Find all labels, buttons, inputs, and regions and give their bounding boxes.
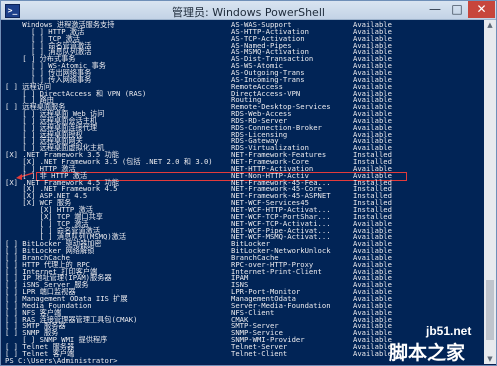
close-button[interactable]: ✕ <box>468 1 495 18</box>
feature-display-name: PS C:\Users\Administrator> <box>5 355 122 364</box>
feature-name: Telnet-Client <box>231 348 288 358</box>
minimize-button[interactable]: — <box>424 1 446 18</box>
maximize-button[interactable]: □ <box>446 1 468 18</box>
scroll-up-arrow-icon[interactable]: ▲ <box>485 20 495 30</box>
watermark: jb51.net 脚本之家 <box>386 324 496 364</box>
title-bar[interactable]: >_ 管理员: Windows PowerShell — □ ✕ <box>1 1 496 20</box>
window-title: 管理员: Windows PowerShell <box>172 6 325 19</box>
powershell-window: >_ 管理员: Windows PowerShell — □ ✕ Windows… <box>0 0 497 366</box>
watermark-brand: 脚本之家 <box>389 342 466 364</box>
vertical-scrollbar[interactable]: ▲ ▼ <box>484 20 496 364</box>
watermark-site: jb51.net <box>426 324 472 338</box>
console-output[interactable]: Windows 进程激活服务支持 AS-WAS-Support Available … <box>2 20 484 364</box>
